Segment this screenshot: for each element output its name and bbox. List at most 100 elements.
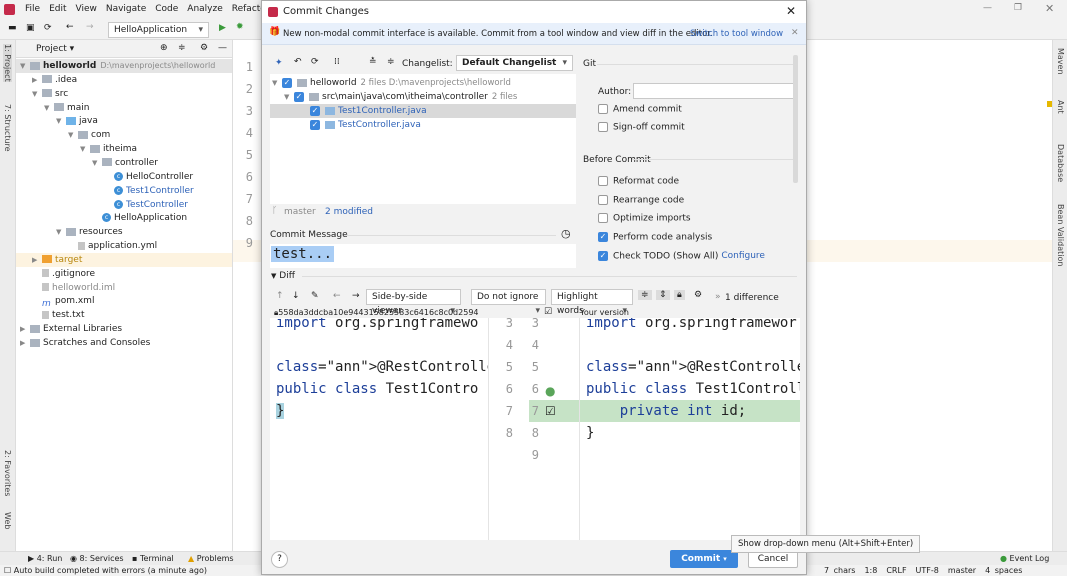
collapse-unchanged-icon[interactable]: ≑ (638, 290, 652, 300)
ignore-dropdown[interactable]: Do not ignore (471, 289, 546, 305)
tree-item[interactable]: ▶ Scratches and Consoles (16, 336, 232, 350)
dialog-close-button[interactable]: ✕ (786, 4, 796, 18)
debug-icon[interactable]: ✹ (236, 22, 244, 32)
prev-diff-icon[interactable]: ↑ (276, 291, 284, 301)
option-checkbox[interactable]: Sign-off commit (598, 122, 685, 133)
tree-item[interactable]: m pom.xml (16, 294, 232, 309)
history-icon[interactable]: ◷ (561, 227, 571, 240)
switch-to-tool-window-link[interactable]: Switch to tool window (690, 29, 783, 39)
tree-item[interactable]: ▼ resources (16, 225, 232, 239)
tab-terminal[interactable]: ▪ Terminal (132, 554, 174, 563)
edit-source-icon[interactable]: ✎ (311, 291, 319, 301)
tab-run[interactable]: ▶ 4: Run (28, 554, 62, 563)
branch-name[interactable]: master (284, 207, 316, 217)
change-checkbox[interactable]: ✓ (310, 119, 320, 130)
change-checkbox[interactable]: ✓ (282, 77, 292, 88)
diff-settings-icon[interactable]: ⚙ (694, 290, 702, 300)
tool-web[interactable]: Web (3, 512, 12, 529)
lock-icon[interactable]: 🔒︎ (674, 290, 685, 300)
change-item[interactable]: ✓ Test1Controller.java (270, 104, 576, 118)
chevron-right-icon[interactable]: ▶ (32, 73, 42, 87)
chevron-down-icon[interactable]: ▼ (92, 156, 102, 170)
highlight-dropdown[interactable]: Highlight words (551, 289, 633, 316)
commit-button[interactable]: Commit ▾ (670, 550, 738, 568)
tool-maven[interactable]: Maven (1056, 48, 1065, 75)
chevron-down-icon[interactable]: ▼ (272, 76, 282, 90)
project-view-dropdown[interactable]: Project ▾ (36, 44, 74, 54)
save-icon[interactable]: ▣ (26, 23, 35, 33)
checkbox[interactable]: ✓ (598, 232, 608, 243)
collapse-icon[interactable]: ≑ (178, 43, 186, 53)
option-checkbox[interactable]: Rearrange code (598, 194, 684, 205)
run-icon[interactable]: ▶ (219, 23, 226, 33)
tool-database[interactable]: Database (1056, 144, 1065, 182)
event-log-button[interactable]: ● Event Log (1000, 554, 1049, 563)
checkbox[interactable] (598, 194, 608, 205)
diff-section-toggle[interactable]: ▼ Diff (271, 271, 295, 281)
chevron-down-icon[interactable]: ▾ (723, 555, 727, 563)
group-by-icon[interactable]: ⁞⁞ (334, 57, 340, 67)
change-checkbox[interactable]: ✓ (294, 91, 304, 102)
next-diff-icon[interactable]: ↓ (292, 291, 300, 301)
refresh-icon[interactable]: ⟳ (311, 57, 319, 67)
restore-button[interactable]: ❐ (1014, 3, 1022, 13)
include-change-checkbox[interactable]: ☑ (545, 404, 556, 418)
tree-item[interactable]: ▼ com (16, 128, 232, 142)
chevron-down-icon[interactable]: ▼ (32, 87, 42, 101)
checkbox[interactable]: ✓ (598, 250, 608, 261)
chevron-down-icon[interactable]: ▼ (44, 101, 54, 115)
forward-icon[interactable]: → (86, 22, 94, 32)
tree-item[interactable]: c Test1Controller (16, 184, 232, 198)
collapse-all-icon[interactable]: ≑ (387, 57, 395, 67)
checkbox[interactable] (598, 176, 608, 186)
tree-item[interactable]: c HelloController (16, 170, 232, 184)
tool-structure[interactable]: 7: Structure (3, 104, 12, 152)
tree-item[interactable]: helloworld.iml (16, 281, 232, 295)
prev-file-icon[interactable]: ← (333, 291, 341, 301)
author-input[interactable] (633, 83, 797, 99)
tab-problems[interactable]: ▲ Problems (188, 554, 234, 563)
status-item[interactable]: CRLF (886, 566, 906, 575)
tree-item[interactable]: ▶ target (16, 252, 232, 267)
tree-item[interactable]: c TestController (16, 198, 232, 212)
sync-icon[interactable]: ⟳ (44, 23, 52, 33)
status-item[interactable]: master (948, 566, 976, 575)
expand-all-icon[interactable]: ≛ (369, 57, 377, 67)
chevron-right-icon[interactable]: ▶ (32, 253, 42, 267)
tree-item[interactable]: c HelloApplication (16, 211, 232, 225)
menu-view[interactable]: View (76, 4, 97, 14)
rollback-icon[interactable]: ↶ (294, 57, 302, 67)
checkbox[interactable] (598, 122, 608, 132)
tool-ant[interactable]: Ant (1056, 100, 1065, 114)
chevron-down-icon[interactable]: ▼ (56, 114, 66, 128)
chevron-down-icon[interactable]: ▼ (20, 59, 30, 73)
tree-item[interactable]: test.txt (16, 308, 232, 322)
change-item[interactable]: ✓ TestController.java (270, 118, 576, 132)
options-scrollbar[interactable] (793, 55, 798, 183)
more-icon[interactable]: » (715, 292, 721, 302)
tree-item[interactable]: ▶ External Libraries (16, 322, 232, 336)
menu-analyze[interactable]: Analyze (187, 4, 222, 14)
commit-message-input[interactable]: test... (270, 244, 576, 268)
chevron-down-icon[interactable]: ▼ (68, 128, 78, 142)
chevron-down-icon[interactable]: ▼ (56, 225, 66, 239)
menu-code[interactable]: Code (155, 4, 178, 14)
tree-item[interactable]: ▶ .idea (16, 73, 232, 87)
viewer-dropdown[interactable]: Side-by-side viewer (366, 289, 461, 316)
notice-close-icon[interactable]: ✕ (791, 28, 799, 38)
status-item[interactable]: 4 spaces (985, 566, 1022, 575)
status-message[interactable]: ☐ Auto build completed with errors (a mi… (4, 566, 207, 575)
option-checkbox[interactable]: ✓ Check TODO (Show All) Configure (598, 250, 765, 261)
tool-favorites[interactable]: 2: Favorites (3, 450, 12, 496)
tab-services[interactable]: ◉ 8: Services (70, 554, 124, 563)
tree-item[interactable]: ▼ itheima (16, 142, 232, 156)
run-config-dropdown[interactable]: HelloApplication (108, 22, 209, 38)
gear-icon[interactable]: ⚙ (200, 43, 208, 53)
minimize-button[interactable]: — (983, 3, 992, 13)
change-checkbox[interactable]: ✓ (310, 105, 320, 116)
changelist-dropdown[interactable]: Default Changelist (456, 55, 573, 71)
include-checkbox[interactable]: ☑ (544, 307, 552, 317)
menu-navigate[interactable]: Navigate (106, 4, 146, 14)
tree-item[interactable]: ▼ helloworld D:\mavenprojects\helloworld (16, 59, 232, 73)
option-checkbox[interactable]: Optimize imports (598, 213, 691, 224)
